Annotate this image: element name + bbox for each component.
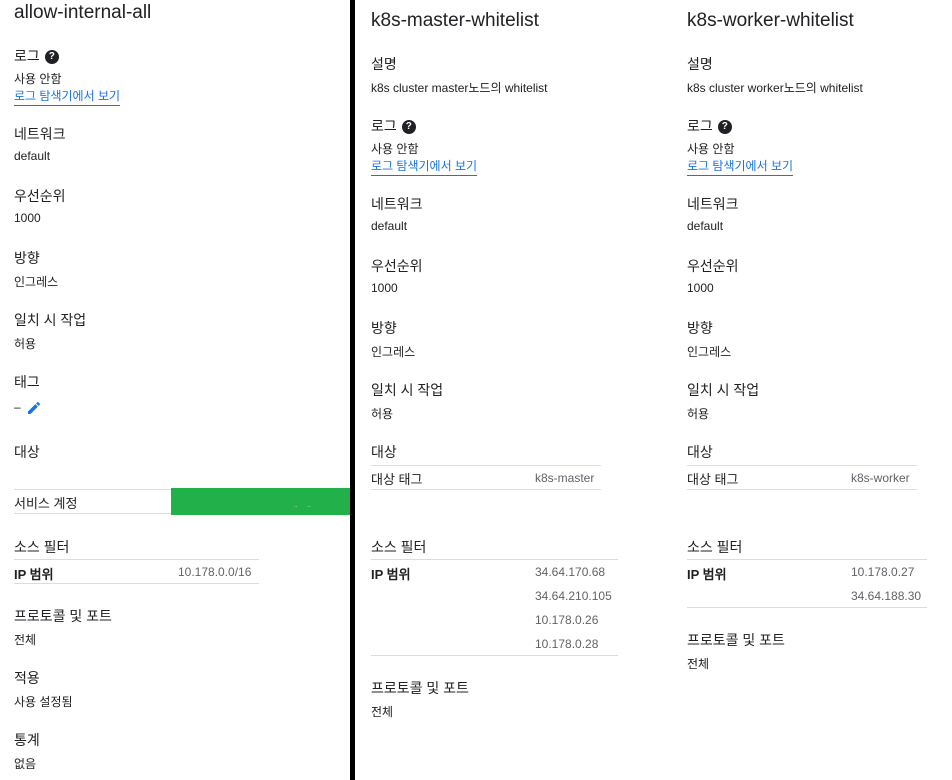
ip-range-value: 10.178.0.27 (851, 565, 915, 579)
protocol-value: 전체 (14, 633, 37, 647)
source-filter-label: 소스 필터 (687, 539, 743, 555)
priority-value: 1000 (371, 281, 398, 295)
target-tag-label: 대상 태그 (371, 472, 423, 487)
ip-range-label: IP 범위 (14, 567, 54, 582)
protocol-value: 전체 (371, 705, 394, 719)
direction-label: 방향 (371, 320, 397, 336)
row-divider (14, 583, 259, 584)
source-filter-label: 소스 필터 (14, 539, 70, 555)
network-label: 네트워크 (371, 196, 423, 212)
ip-range-value: 10.178.0.0/16 (178, 565, 252, 579)
tags-label: 태그 (14, 374, 40, 390)
ip-range-value: 10.178.0.28 (535, 637, 599, 651)
priority-label: 우선순위 (371, 258, 423, 274)
ip-range-value: 10.178.0.26 (535, 613, 599, 627)
row-divider (14, 559, 259, 560)
target-label: 대상 (687, 444, 713, 460)
network-value: default (14, 149, 51, 163)
ip-range-value: 34.64.170.68 (535, 565, 606, 579)
priority-value: 1000 (14, 211, 41, 225)
screenshot-divider (350, 0, 355, 780)
target-tag-label: 대상 태그 (687, 472, 739, 487)
ip-range-value: 34.64.210.105 (535, 589, 612, 603)
stats-label: 통계 (14, 732, 40, 748)
ip-range-value: 34.64.188.30 (851, 589, 922, 603)
log-explorer-link[interactable]: 로그 탐색기에서 보기 (14, 87, 121, 106)
priority-label: 우선순위 (687, 258, 739, 274)
log-section: 로그? (371, 116, 416, 136)
help-icon[interactable]: ? (717, 120, 732, 135)
row-divider (371, 559, 618, 560)
direction-label: 방향 (687, 320, 713, 336)
page-title: k8s-worker-whitelist (687, 10, 854, 31)
log-value: 사용 안함 (687, 142, 735, 156)
ip-range-label: IP 범위 (371, 567, 411, 582)
help-icon[interactable]: ? (44, 50, 59, 65)
action-label: 일치 시 작업 (687, 382, 760, 398)
protocol-label: 프로토콜 및 포트 (371, 680, 469, 696)
action-value: 허용 (371, 407, 394, 421)
ip-range-label: IP 범위 (687, 567, 727, 582)
page-title: k8s-master-whitelist (371, 10, 539, 31)
action-value: 허용 (687, 407, 710, 421)
help-icon[interactable]: ? (401, 120, 416, 135)
description-label: 설명 (371, 56, 397, 72)
description-label: 설명 (687, 56, 713, 72)
row-divider (371, 465, 601, 466)
log-value: 사용 안함 (371, 142, 419, 156)
direction-label: 방향 (14, 250, 40, 266)
description-value: k8s cluster worker노드의 whitelist (687, 81, 863, 95)
tags-row: – (14, 400, 42, 416)
direction-value: 인그레스 (687, 345, 732, 359)
log-section: 로그? (14, 46, 59, 66)
row-divider (687, 489, 917, 490)
row-divider (371, 489, 601, 490)
tags-value: – (14, 400, 21, 415)
protocol-label: 프로토콜 및 포트 (687, 632, 785, 648)
log-explorer-link[interactable]: 로그 탐색기에서 보기 (371, 157, 478, 176)
network-label: 네트워크 (687, 196, 739, 212)
target-tag-value: k8s-worker (851, 471, 910, 485)
redaction-dots: .. .. (294, 503, 311, 509)
log-label: 로그 (14, 48, 40, 64)
direction-value: 인그레스 (14, 275, 59, 289)
description-value: k8s cluster master노드의 whitelist (371, 81, 548, 95)
target-label: 대상 (14, 444, 40, 460)
protocol-label: 프로토콜 및 포트 (14, 608, 112, 624)
network-value: default (687, 219, 724, 233)
page-title: allow-internal-all (14, 2, 152, 23)
log-explorer-link[interactable]: 로그 탐색기에서 보기 (687, 157, 794, 176)
row-divider (14, 513, 171, 514)
row-divider (687, 465, 917, 466)
stats-value: 없음 (14, 757, 37, 771)
service-account-label: 서비스 계정 (14, 496, 78, 511)
log-label: 로그 (687, 118, 713, 134)
action-value: 허용 (14, 337, 37, 351)
action-label: 일치 시 작업 (14, 312, 87, 328)
action-label: 일치 시 작업 (371, 382, 444, 398)
protocol-value: 전체 (687, 657, 710, 671)
enforcement-label: 적용 (14, 670, 40, 686)
target-tag-value: k8s-master (535, 471, 595, 485)
network-value: default (371, 219, 408, 233)
enforcement-value: 사용 설정됨 (14, 695, 73, 709)
log-section: 로그? (687, 116, 732, 136)
direction-value: 인그레스 (371, 345, 416, 359)
source-filter-label: 소스 필터 (371, 539, 427, 555)
log-value: 사용 안함 (14, 72, 62, 86)
priority-label: 우선순위 (14, 188, 66, 204)
log-label: 로그 (371, 118, 397, 134)
edit-pencil-icon[interactable] (26, 400, 42, 416)
row-divider (687, 607, 927, 608)
network-label: 네트워크 (14, 126, 66, 142)
priority-value: 1000 (687, 281, 714, 295)
redacted-service-account (171, 488, 350, 515)
row-divider (687, 559, 927, 560)
row-divider (371, 655, 618, 656)
target-label: 대상 (371, 444, 397, 460)
